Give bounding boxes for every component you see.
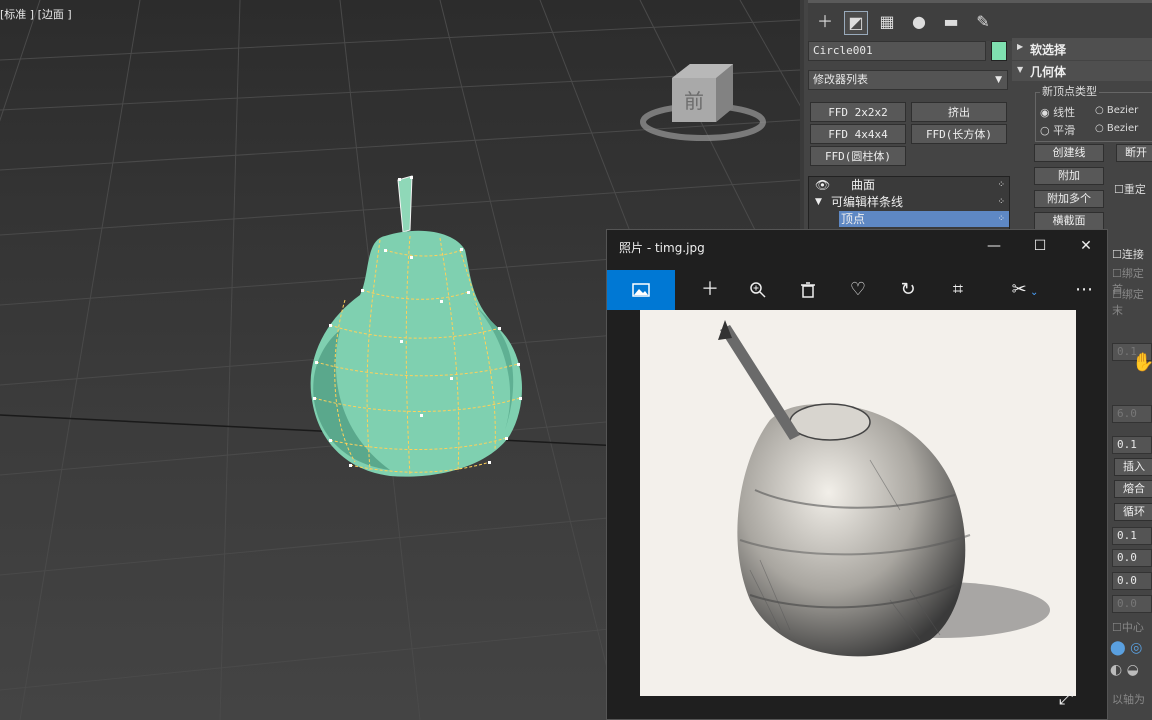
motion-icon[interactable]: ●: [908, 11, 930, 33]
ffd2-button[interactable]: FFD 2x2x2: [810, 102, 906, 122]
stack-item-editable-spline[interactable]: ▼ 可编辑样条线 ⁘: [809, 194, 1009, 210]
fullscreen-icon[interactable]: ⤢: [1059, 688, 1073, 709]
stack-item-label: 顶点: [841, 212, 866, 226]
close-button[interactable]: ✕: [1071, 235, 1101, 257]
more-icon[interactable]: ⋯: [1061, 270, 1107, 310]
svg-text:前: 前: [684, 89, 704, 113]
hierarchy-icon[interactable]: ▦: [876, 11, 898, 33]
modify-icon[interactable]: ◩: [844, 11, 868, 35]
radio-linear[interactable]: ◉ 线性: [1040, 104, 1075, 120]
value-field-2[interactable]: 6.0: [1112, 405, 1152, 423]
chevron-down-icon: ▼: [995, 75, 1002, 85]
expand-arrow-icon: ▼: [1017, 65, 1024, 74]
hand-cursor-icon: ✋: [1132, 352, 1152, 373]
by-axis-label: 以轴为: [1112, 693, 1145, 706]
delete-icon[interactable]: [785, 270, 831, 310]
edit-icon[interactable]: ✂ ⌄: [997, 270, 1053, 310]
radio-bezier[interactable]: ○ Bezier: [1095, 105, 1138, 116]
rollout-title: 软选择: [1030, 43, 1067, 57]
value-field-3[interactable]: 0.1: [1112, 436, 1152, 454]
pear-model: [310, 175, 522, 477]
ffd4-button[interactable]: FFD 4x4x4: [810, 124, 906, 144]
image-icon[interactable]: [607, 270, 675, 310]
stack-item-label: 可编辑样条线: [831, 195, 904, 209]
collapse-arrow-icon: ▶: [1017, 42, 1024, 51]
eye-icon[interactable]: 👁: [815, 177, 830, 193]
maximize-button[interactable]: ☐: [1025, 235, 1055, 257]
create-icon[interactable]: ＋: [814, 11, 836, 33]
rollout-soft-select[interactable]: ▶ 软选择: [1012, 38, 1152, 60]
command-tabs: ＋ ◩ ▦ ● ▬ ✎: [808, 0, 1152, 41]
pin-icon: ⁘: [997, 180, 1005, 190]
center-checkbox[interactable]: ☐中心: [1112, 619, 1144, 635]
reorient-checkbox[interactable]: ☐重定: [1114, 181, 1146, 197]
group-label: 新顶点类型: [1040, 83, 1099, 99]
stack-item-surface[interactable]: 👁 曲面 ⁘: [809, 177, 1009, 193]
radio-bezier-corner[interactable]: ○ Bezier: [1095, 123, 1138, 134]
value-field-6[interactable]: 0.0: [1112, 572, 1152, 590]
modifier-list-label: 修改器列表: [813, 73, 868, 86]
cycle-button[interactable]: 循环: [1114, 503, 1152, 521]
object-color-swatch[interactable]: [991, 41, 1007, 61]
rotate-icon[interactable]: ↻: [885, 270, 931, 310]
value-field-4[interactable]: 0.1: [1112, 527, 1152, 545]
favorite-icon[interactable]: ♡: [835, 270, 881, 310]
break-button[interactable]: 断开: [1116, 144, 1152, 162]
insert-button[interactable]: 插入: [1114, 458, 1152, 476]
zoom-in-icon[interactable]: [735, 270, 781, 310]
value-field-7[interactable]: 0.0: [1112, 595, 1152, 613]
minimize-button[interactable]: —: [979, 235, 1009, 257]
ffdbox-button[interactable]: FFD(长方体): [911, 124, 1007, 144]
photos-title: 照片 - timg.jpg: [619, 241, 705, 255]
bind-last-checkbox[interactable]: ☐绑定末: [1112, 286, 1152, 318]
extrude-button[interactable]: 挤出: [911, 102, 1007, 122]
viewport-label[interactable]: [标准 ] [边面 ]: [0, 6, 72, 22]
utilities-icon[interactable]: ✎: [972, 11, 994, 33]
display-icon[interactable]: ▬: [940, 11, 962, 33]
pin-icon: ⁘: [997, 214, 1005, 224]
object-name-field[interactable]: Circle001: [808, 41, 986, 61]
add-icon[interactable]: ＋: [687, 270, 733, 310]
pin-icon: ⁘: [997, 197, 1005, 207]
stack-item-label: 曲面: [851, 178, 876, 192]
connect-checkbox[interactable]: ☐连接: [1112, 246, 1144, 262]
modifier-list-dropdown[interactable]: 修改器列表 ▼: [808, 70, 1008, 90]
ffdcyl-button[interactable]: FFD(圆柱体): [810, 146, 906, 166]
crop-icon[interactable]: ⌗: [935, 270, 981, 310]
rollout-title: 几何体: [1030, 65, 1067, 79]
shape-icon[interactable]: ⬤ ◎: [1110, 640, 1142, 656]
fuse-button[interactable]: 熔合: [1114, 480, 1152, 498]
photos-window[interactable]: 照片 - timg.jpg — ☐ ✕ ＋ ♡ ↻ ⌗ ✂ ⌄ ⋯ ⤢: [606, 229, 1108, 720]
expand-icon[interactable]: ▼: [815, 194, 822, 210]
radio-smooth[interactable]: ○ 平滑: [1040, 122, 1075, 138]
photo-image: [640, 310, 1076, 696]
sphere-icon[interactable]: ◐ ◒: [1110, 662, 1139, 678]
create-line-button[interactable]: 创建线: [1034, 144, 1104, 162]
value-field-5[interactable]: 0.0: [1112, 549, 1152, 567]
rollout-geometry[interactable]: ▼ 几何体: [1012, 61, 1152, 81]
cross-section-button[interactable]: 横截面: [1034, 212, 1104, 230]
attach-multi-button[interactable]: 附加多个: [1034, 190, 1104, 208]
attach-button[interactable]: 附加: [1034, 167, 1104, 185]
stack-item-vertex[interactable]: 顶点 ⁘: [839, 211, 1009, 227]
